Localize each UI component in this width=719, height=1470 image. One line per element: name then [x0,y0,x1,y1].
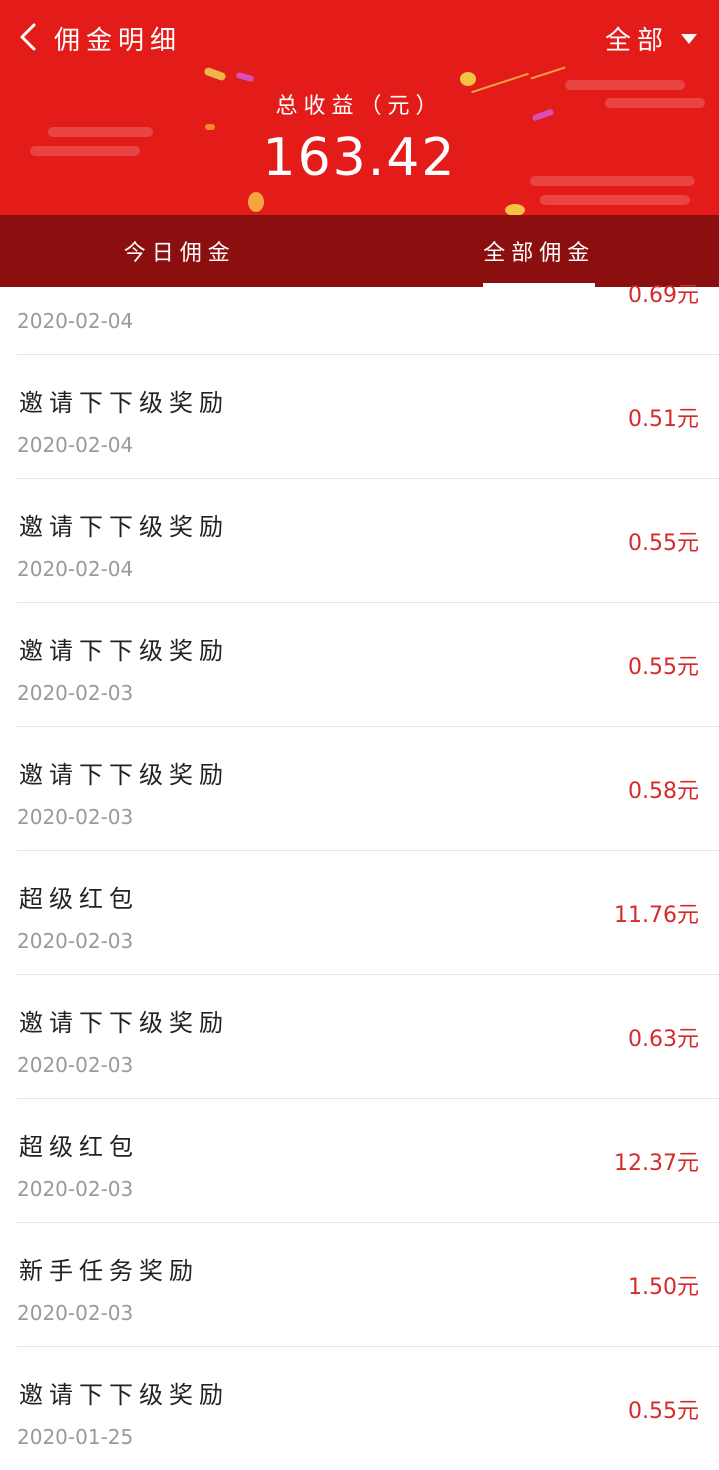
item-amount: 0.51元 [628,407,699,432]
item-title: 邀请下下级奖励 [19,1009,229,1037]
item-date: 2020-02-03 [17,1177,134,1201]
list-item[interactable]: 超级红包 2020-02-03 12.37元 [17,1099,719,1223]
decor-coin [203,66,227,82]
commission-tabs: 今日佣金 全部佣金 [0,215,719,287]
caret-down-icon [681,33,697,44]
item-amount: 0.55元 [628,1399,699,1424]
list-item[interactable]: 邀请下下级奖励 2020-01-25 0.55元 [17,1347,719,1470]
list-item[interactable]: 新手任务奖励 2020-02-03 1.50元 [17,1223,719,1347]
item-title: 超级红包 [19,885,139,913]
item-date: 2020-01-25 [17,1425,134,1449]
list-item[interactable]: 邀请下下级奖励 2020-02-04 0.55元 [17,479,719,603]
back-arrow-icon[interactable] [14,22,44,52]
list-item[interactable]: 邀请下下级奖励 2020-02-04 0.51元 [17,355,719,479]
item-date: 2020-02-03 [17,1053,134,1077]
item-amount: 0.58元 [628,779,699,804]
list-item[interactable]: 2020-02-04 0.69元 [17,283,719,355]
total-earnings-amount: 163.42 [262,128,457,188]
total-earnings-label: 总收益（元） [275,94,444,119]
filter-dropdown[interactable]: 全部 [605,20,697,57]
item-amount: 0.55元 [628,531,699,556]
item-date: 2020-02-03 [17,681,134,705]
item-amount: 11.76元 [614,903,699,928]
list-item[interactable]: 邀请下下级奖励 2020-02-03 0.63元 [17,975,719,1099]
tab-today-commission[interactable]: 今日佣金 [0,215,360,287]
item-date: 2020-02-03 [17,929,134,953]
item-title: 邀请下下级奖励 [19,1381,229,1409]
item-title: 邀请下下级奖励 [19,389,229,417]
page-title: 佣金明细 [54,26,183,56]
decor-coin [248,192,264,212]
header-banner: 佣金明细 全部 总收益（元） 163.42 [0,0,719,215]
decor-cloud [540,195,690,205]
item-title: 超级红包 [19,1133,139,1161]
decor-coin [460,72,476,86]
item-title: 邀请下下级奖励 [19,513,229,541]
item-amount: 0.55元 [628,655,699,680]
filter-label: 全部 [604,26,669,56]
commission-list: 2020-02-04 0.69元 邀请下下级奖励 2020-02-04 0.51… [0,283,719,1470]
tab-label: 今日佣金 [123,241,236,266]
list-item[interactable]: 超级红包 2020-02-03 11.76元 [17,851,719,975]
item-date: 2020-02-03 [17,805,134,829]
item-amount: 0.63元 [628,1027,699,1052]
item-date: 2020-02-04 [17,433,134,457]
item-date: 2020-02-04 [17,557,134,581]
item-date: 2020-02-03 [17,1301,134,1325]
item-date: 2020-02-04 [17,309,134,333]
item-amount: 0.69元 [628,283,699,308]
item-title: 邀请下下级奖励 [19,637,229,665]
decor-confetti [235,71,255,83]
item-amount: 1.50元 [628,1275,699,1300]
item-amount: 12.37元 [614,1151,699,1176]
list-item[interactable]: 邀请下下级奖励 2020-02-03 0.55元 [17,603,719,727]
decor-coin [505,204,525,215]
decor-streak [530,66,566,80]
item-title: 新手任务奖励 [19,1257,199,1285]
tab-label: 全部佣金 [483,241,596,266]
item-title: 邀请下下级奖励 [19,761,229,789]
list-item[interactable]: 邀请下下级奖励 2020-02-03 0.58元 [17,727,719,851]
